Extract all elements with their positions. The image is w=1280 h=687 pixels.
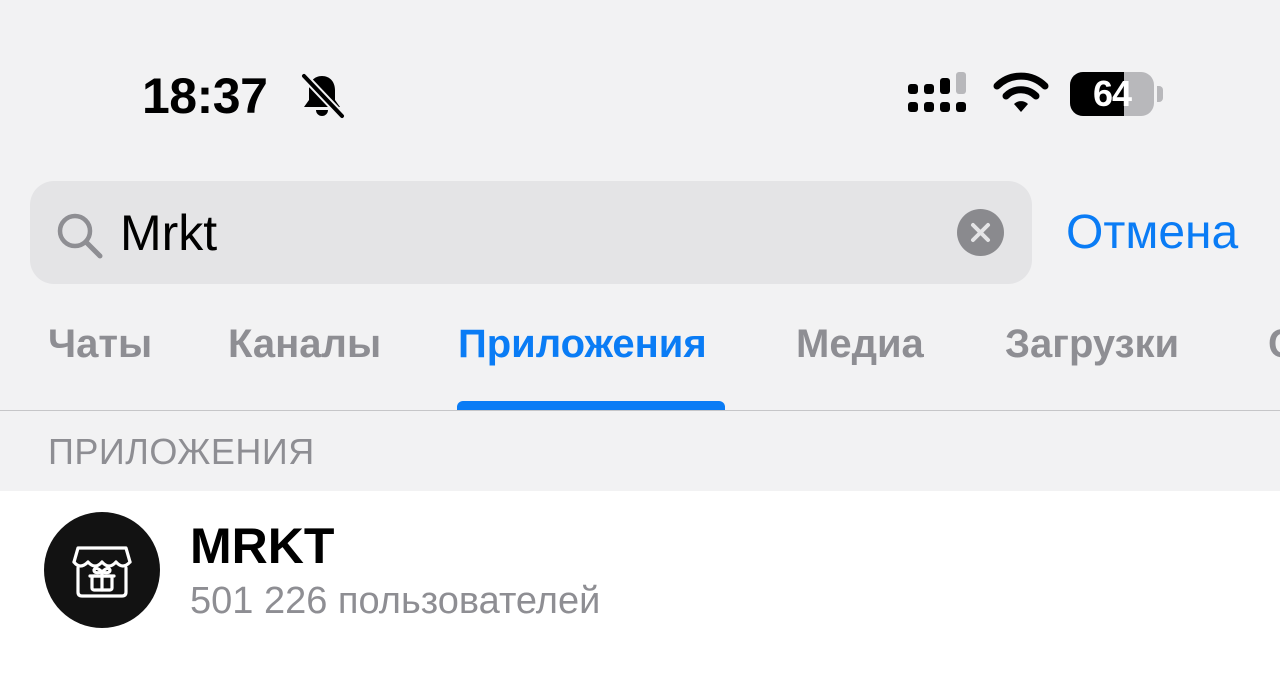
- clear-search-button[interactable]: [957, 209, 1004, 256]
- close-icon: [971, 223, 990, 242]
- avatar: [44, 512, 160, 628]
- storefront-gift-icon: [72, 546, 132, 598]
- result-subtitle: 501 226 пользователей: [190, 580, 601, 622]
- battery-icon: 64: [1070, 72, 1154, 116]
- status-time: 18:37: [142, 68, 268, 124]
- tab-channels[interactable]: Каналы: [228, 320, 381, 368]
- tab-downloads[interactable]: Загрузки: [1005, 320, 1179, 368]
- tab-more[interactable]: С: [1268, 320, 1280, 368]
- status-bar: 18:37 64: [0, 0, 1280, 160]
- battery-level: 64: [1092, 73, 1132, 114]
- result-title: MRKT: [190, 518, 335, 574]
- cellular-signal-icon: [908, 72, 966, 112]
- wifi-icon: [993, 72, 1049, 112]
- section-title: ПРИЛОЖЕНИЯ: [48, 431, 315, 472]
- search-icon: [57, 213, 103, 259]
- battery-indicator: 64: [1070, 72, 1164, 116]
- bell-slash-icon: [300, 72, 346, 120]
- tab-media[interactable]: Медиа: [796, 320, 924, 368]
- cancel-button[interactable]: Отмена: [1066, 204, 1238, 262]
- tab-chats[interactable]: Чаты: [48, 320, 152, 368]
- tab-apps[interactable]: Приложения: [458, 320, 707, 368]
- battery-cap: [1157, 86, 1163, 102]
- search-input[interactable]: [120, 200, 940, 266]
- search-tabs: Чаты Каналы Приложения Медиа Загрузки С: [0, 310, 1280, 410]
